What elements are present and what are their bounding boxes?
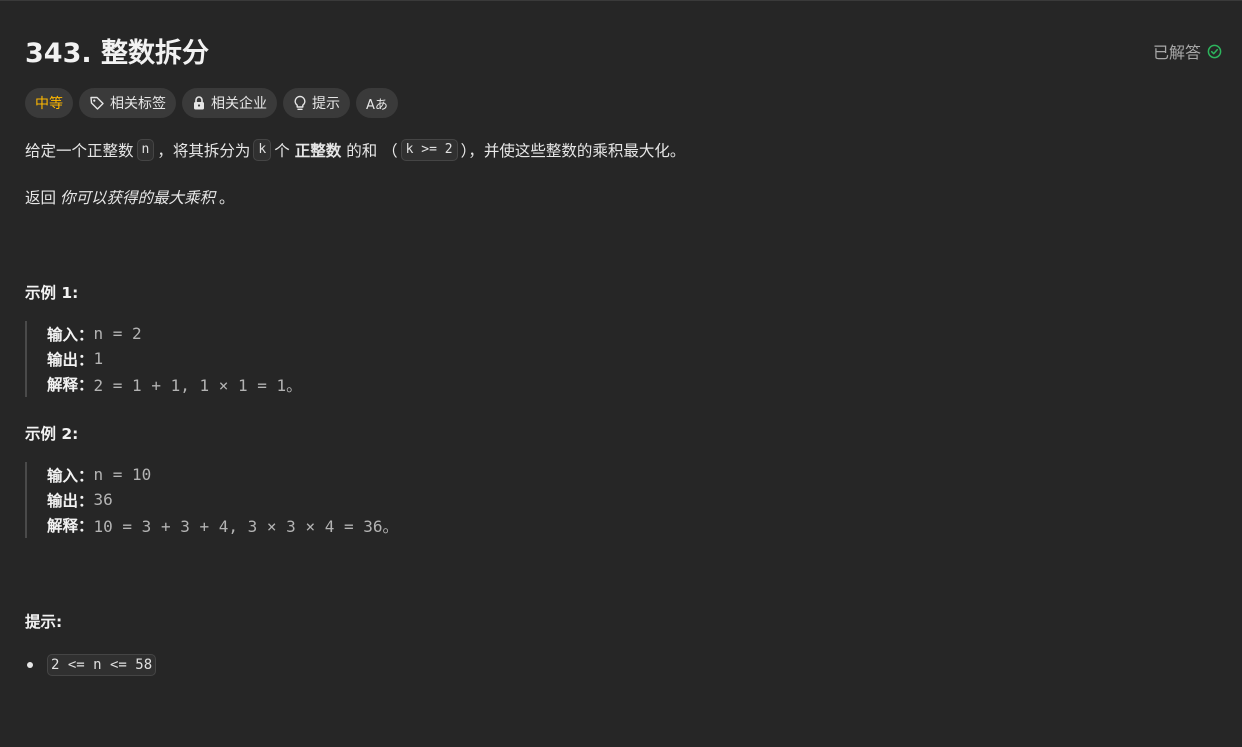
solved-status: 已解答 — [1153, 39, 1222, 63]
desc-text: 个 — [274, 142, 290, 160]
constraints-heading: 提示: — [25, 613, 63, 631]
input-value: n = 2 — [93, 324, 142, 343]
example-input-line: 输入： n = 2 — [47, 321, 302, 346]
input-value: n = 10 — [93, 465, 152, 484]
desc-text: 返回 — [25, 189, 57, 207]
tag-icon — [89, 95, 105, 111]
output-label: 输出： — [47, 350, 94, 369]
explain-label: 解释： — [47, 516, 94, 535]
inline-code-k-constraint: k >= 2 — [400, 139, 458, 161]
example-explain-line: 解释： 10 = 3 + 3 + 4, 3 × 3 × 4 = 36。 — [47, 512, 399, 537]
input-label: 输入： — [47, 325, 94, 344]
desc-text: ），并使这些整数的乘积最大化。 — [460, 142, 686, 160]
constraints-list: 2 <= n <= 58 — [25, 654, 157, 676]
desc-italic-text: 你可以获得的最大乘积 — [60, 189, 216, 207]
problem-description-panel: 343. 整数拆分 已解答 中等 相关标签 相关企业 提示 Aあ 给定一个正整数… — [0, 0, 1242, 747]
bullet-icon — [27, 662, 33, 668]
desc-text: 的和 （ — [346, 142, 398, 160]
output-value: 36 — [93, 490, 113, 509]
tag-bar: 中等 相关标签 相关企业 提示 Aあ — [25, 88, 398, 118]
related-tags-button[interactable]: 相关标签 — [79, 88, 176, 118]
example-input-line: 输入： n = 10 — [47, 462, 399, 487]
translate-icon: Aあ — [366, 97, 388, 113]
hints-label: 提示 — [312, 96, 340, 112]
output-label: 输出： — [47, 491, 94, 510]
check-circle-icon — [1207, 44, 1222, 59]
lightbulb-icon — [293, 95, 307, 111]
related-companies-button[interactable]: 相关企业 — [182, 88, 277, 118]
desc-text: 。 — [219, 189, 235, 207]
problem-title[interactable]: 343. 整数拆分 — [25, 31, 209, 70]
explain-label: 解释： — [47, 375, 94, 394]
lock-icon — [192, 95, 206, 111]
desc-text: ，将其拆分为 — [157, 142, 251, 160]
example-2-heading: 示例 2: — [25, 425, 79, 443]
output-value: 1 — [93, 349, 104, 368]
inline-code-n: n — [136, 139, 155, 161]
related-tags-label: 相关标签 — [110, 96, 166, 112]
translate-button[interactable]: Aあ — [356, 88, 398, 118]
example-explain-line: 解释： 2 = 1 + 1, 1 × 1 = 1。 — [47, 371, 302, 396]
example-output-line: 输出： 1 — [47, 346, 302, 371]
desc-text: 给定一个正整数 — [25, 142, 134, 160]
related-companies-label: 相关企业 — [211, 96, 267, 112]
constraint-item: 2 <= n <= 58 — [47, 654, 157, 676]
example-1-block: 输入： n = 2 输出： 1 解释： 2 = 1 + 1, 1 × 1 = 1。 — [25, 321, 302, 397]
example-output-line: 输出： 36 — [47, 487, 399, 512]
description-paragraph-1: 给定一个正整数 n ，将其拆分为 k 个 正整数 的和 （ k >= 2 ），并… — [25, 139, 685, 161]
explain-value: 2 = 1 + 1, 1 × 1 = 1。 — [93, 375, 303, 395]
difficulty-badge[interactable]: 中等 — [25, 88, 73, 118]
description-paragraph-2: 返回 你可以获得的最大乘积 。 — [25, 186, 235, 208]
example-1-heading: 示例 1: — [25, 284, 79, 302]
example-2-block: 输入： n = 10 输出： 36 解释： 10 = 3 + 3 + 4, 3 × 3… — [25, 462, 399, 538]
explain-value: 10 = 3 + 3 + 4, 3 × 3 × 4 = 36。 — [93, 516, 399, 536]
inline-code-k: k — [253, 139, 272, 161]
solved-label: 已解答 — [1152, 43, 1201, 62]
hints-button[interactable]: 提示 — [283, 88, 350, 118]
input-label: 输入： — [47, 466, 94, 485]
desc-bold-text: 正整数 — [294, 142, 342, 160]
